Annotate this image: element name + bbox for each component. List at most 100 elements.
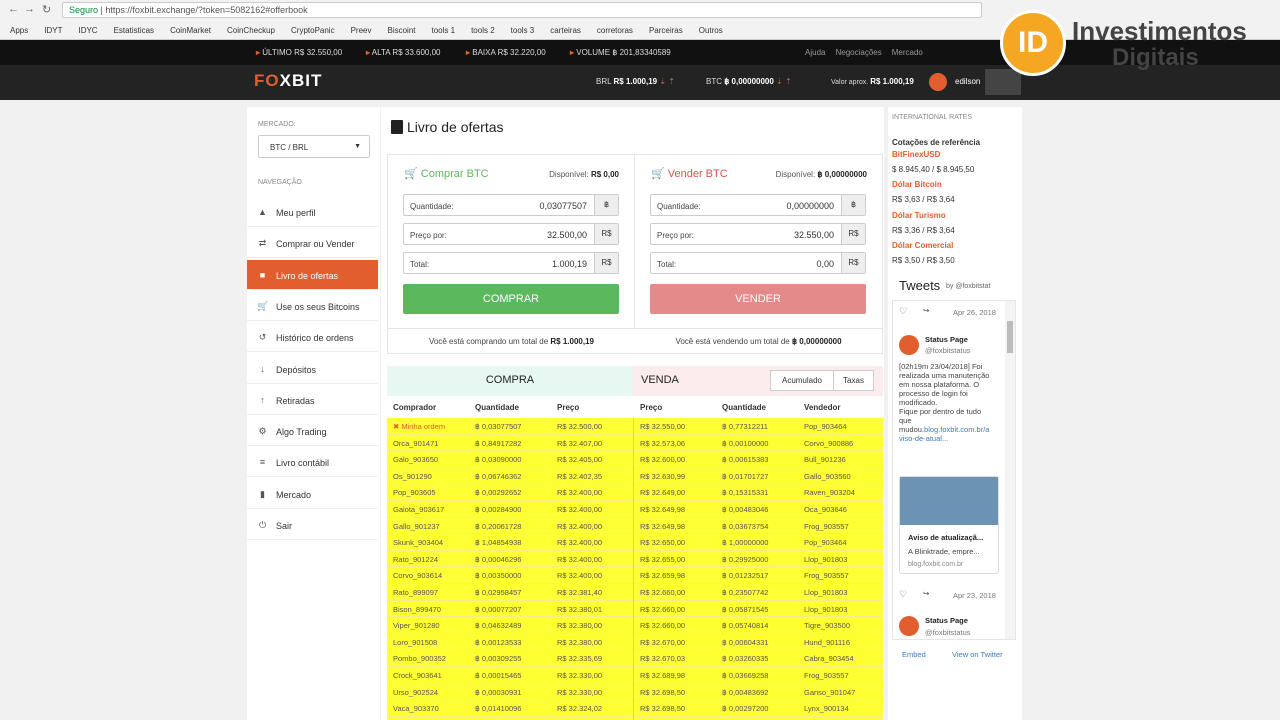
brl-transfer-icons[interactable]: ⇣ ⇡ <box>659 77 675 86</box>
table-row[interactable]: Orca_901471 ฿ 0,84917282 R$ 32.407,00 R$ 32… <box>387 435 883 452</box>
bookmark-item[interactable]: Parceiras <box>649 26 683 35</box>
sidebar-item[interactable]: 🛒 Use os seus Bitcoins <box>247 291 378 321</box>
tweet-line: modificado. <box>899 398 938 407</box>
table-row[interactable]: Gaiota_903617 ฿ 0,00284900 R$ 32.400,00 R$ … <box>387 501 883 518</box>
table-row[interactable]: Loro_901508 ฿ 0,00123533 R$ 32.380,00 R$ 32… <box>387 634 883 651</box>
table-row[interactable]: Pop_903605 ฿ 0,00292652 R$ 32.400,00 R$ 32.… <box>387 484 883 501</box>
tweet-feed[interactable]: ♡ ↪ Apr 26, 2018 Status Page @foxbitstat… <box>892 300 1016 640</box>
sidebar-item[interactable]: ▲ Meu perfil <box>247 197 378 227</box>
table-row[interactable]: Galo_903650 ฿ 0,03090000 R$ 32.405,00 R$ 32… <box>387 451 883 468</box>
bookmark-item[interactable]: CryptoPanic <box>291 26 335 35</box>
bookmark-item[interactable]: Estatisticas <box>114 26 154 35</box>
table-cell: ฿ 0,00483692 <box>722 687 769 697</box>
main-panel: Livro de ofertas 🛒 Comprar BTC Disponíve… <box>381 107 884 720</box>
table-row[interactable]: ✖ Minha ordem ฿ 0,03077507 R$ 32.500,00 R$ … <box>387 418 883 435</box>
table-row[interactable]: Crock_903641 ฿ 0,00015465 R$ 32.330,00 R$ 3… <box>387 667 883 684</box>
embed-link[interactable]: Embed <box>902 650 926 659</box>
table-row[interactable]: Urso_902524 ฿ 0,00030931 R$ 32.330,00 R$ 32… <box>387 684 883 701</box>
table-cell: Gallo_901237 <box>393 521 440 531</box>
share-icon[interactable]: ↪ <box>923 589 929 598</box>
bookmark-item[interactable]: Preev <box>351 26 372 35</box>
sidebar-item[interactable]: ↑ Retiradas <box>247 385 378 415</box>
bookmark-item[interactable]: CoinMarket <box>170 26 211 35</box>
tab-taxas[interactable]: Taxas <box>833 370 874 391</box>
username[interactable]: edilson <box>955 77 980 86</box>
avatar[interactable] <box>929 73 947 91</box>
table-cell: ฿ 0,01701727 <box>722 471 769 481</box>
rate-name[interactable]: Dólar Turismo <box>892 211 946 220</box>
table-cell: ฿ 0,00015465 <box>475 670 522 680</box>
sidebar-item[interactable]: ⇄ Comprar ou Vender <box>247 228 378 259</box>
bookmark-item[interactable]: CoinCheckup <box>227 26 275 35</box>
sell-summary: Você está vendendo um total de ฿ 0,00000… <box>675 337 842 346</box>
bookmark-item[interactable]: IDYC <box>78 26 97 35</box>
sell-total-field[interactable]: Total: 0,00 R$ <box>650 252 866 274</box>
bookmark-item[interactable]: tools 3 <box>511 26 535 35</box>
sidebar-item[interactable]: ⏻ Sair <box>247 510 378 540</box>
market-select[interactable]: BTC / BRL ▼ <box>258 135 370 158</box>
rate-name[interactable]: BitFinexUSD <box>892 150 940 159</box>
approx-value: R$ 1.000,19 <box>870 77 914 86</box>
sell-price-field[interactable]: Preço por: 32.550,00 R$ <box>650 223 866 245</box>
table-cell: ฿ 0,00030931 <box>475 687 522 697</box>
sidebar-item[interactable]: ▮ Mercado <box>247 479 378 509</box>
bookmark-item[interactable]: corretoras <box>597 26 633 35</box>
tweets-by[interactable]: by @foxbitstat <box>946 283 990 290</box>
sidebar-item-icon: ≡ <box>259 457 266 468</box>
sidebar-item[interactable]: ↺ Histórico de ordens <box>247 322 378 353</box>
view-on-twitter-link[interactable]: View on Twitter <box>952 650 1003 659</box>
table-cell: Frog_903557 <box>804 521 849 531</box>
sidebar-item[interactable]: ⚙ Algo Trading <box>247 416 378 447</box>
tweet-link[interactable]: blog.foxbit.com.br/a <box>924 425 989 434</box>
bookmark-item[interactable]: tools 2 <box>471 26 495 35</box>
heart-icon[interactable]: ♡ <box>899 306 907 317</box>
table-cell: Frog_903557 <box>804 571 849 581</box>
tab-acumulado[interactable]: Acumulado <box>770 370 834 391</box>
rate-name[interactable]: Dólar Bitcoin <box>892 180 942 189</box>
bookmark-item[interactable]: Apps <box>10 26 28 35</box>
share-icon[interactable]: ↪ <box>923 306 929 315</box>
bookmark-item[interactable]: carteiras <box>550 26 581 35</box>
back-icon[interactable]: ← <box>8 3 19 15</box>
address-bar[interactable]: Seguro | https://foxbit.exchange/?token=… <box>62 2 982 18</box>
table-row[interactable]: Rato_899097 ฿ 0,02958457 R$ 32.381,40 R$ 32… <box>387 584 883 601</box>
bookmark-item[interactable]: tools 1 <box>432 26 456 35</box>
col-preco-sell: Preço <box>640 403 663 412</box>
rate-name[interactable]: Dólar Comercial <box>892 241 953 250</box>
buy-price-field[interactable]: Preço por: 32.500,00 R$ <box>403 223 619 245</box>
nav-negociacoes[interactable]: Negociações <box>835 48 881 57</box>
table-row[interactable]: Viper_901280 ฿ 0,04632489 R$ 32.380,00 R$ 3… <box>387 617 883 634</box>
buy-button[interactable]: COMPRAR <box>403 284 619 314</box>
heart-icon[interactable]: ♡ <box>899 589 907 600</box>
tweet-link[interactable]: viso-de-atual... <box>899 434 1003 443</box>
table-row[interactable]: Corvo_903614 ฿ 0,00350000 R$ 32.400,00 R$ 3… <box>387 567 883 584</box>
forward-icon[interactable]: → <box>24 3 35 15</box>
nav-ajuda[interactable]: Ajuda <box>805 48 825 57</box>
foxbit-logo[interactable]: FOXBIT <box>254 71 322 91</box>
sidebar-item[interactable]: ↓ Depósitos <box>247 354 378 384</box>
btc-transfer-icons[interactable]: ⇣ ⇡ <box>776 77 792 86</box>
table-row[interactable]: Bison_899470 ฿ 0,00077207 R$ 32.380,01 R$ 3… <box>387 601 883 618</box>
link-card[interactable]: Aviso de atualizaçã... A Blinktrade, emp… <box>899 476 999 574</box>
table-row[interactable]: Pombo_900352 ฿ 0,00309255 R$ 32.335,69 R$ 3… <box>387 650 883 667</box>
table-row[interactable]: Rato_901224 ฿ 0,00046296 R$ 32.400,00 R$ 32… <box>387 551 883 568</box>
bookmark-item[interactable]: Biscoint <box>387 26 415 35</box>
bookmark-item[interactable]: IDYT <box>44 26 62 35</box>
feed-scrollbar[interactable] <box>1005 301 1015 639</box>
table-row[interactable]: Skunk_903404 ฿ 1,04854938 R$ 32.400,00 R$ 3… <box>387 534 883 551</box>
buy-qty-field[interactable]: Quantidade: 0,03077507 ฿ <box>403 194 619 216</box>
nav-mercado[interactable]: Mercado <box>892 48 923 57</box>
table-row[interactable]: Os_901290 ฿ 0,06746362 R$ 32.402,35 R$ 32.6… <box>387 468 883 485</box>
page-title: Livro de ofertas <box>391 119 504 135</box>
sidebar-item[interactable]: ≡ Livro contábil <box>247 447 378 478</box>
table-cell: Llop_901803 <box>804 604 848 614</box>
sidebar-item[interactable]: ■ Livro de ofertas <box>247 259 378 290</box>
sidebar-item-label: Livro de ofertas <box>276 270 339 281</box>
table-row[interactable]: Gallo_901237 ฿ 0,20061728 R$ 32.400,00 R$ 3… <box>387 518 883 535</box>
sell-qty-field[interactable]: Quantidade: 0,00000000 ฿ <box>650 194 866 216</box>
buy-total-field[interactable]: Total: 1.000,19 R$ <box>403 252 619 274</box>
reload-icon[interactable]: ↻ <box>42 3 51 16</box>
sell-button[interactable]: VENDER <box>650 284 866 314</box>
bookmark-item[interactable]: Outros <box>699 26 723 35</box>
table-row[interactable]: Vaca_903370 ฿ 0,01410096 R$ 32.324,02 R$ 32… <box>387 700 883 717</box>
